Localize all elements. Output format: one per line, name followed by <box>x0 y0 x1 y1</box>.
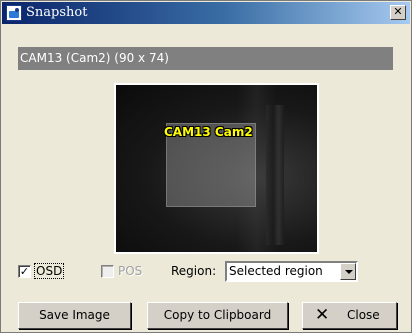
pos-checkbox <box>101 265 114 278</box>
osd-label[interactable]: OSD <box>34 263 65 279</box>
window-title: Snapshot <box>26 5 88 20</box>
copy-to-clipboard-label: Copy to Clipboard <box>163 308 272 322</box>
preview-image-detail <box>266 105 284 245</box>
region-select-value: Selected region <box>229 264 323 278</box>
camera-app-icon <box>6 5 22 21</box>
snapshot-window: Snapshot ✕ CAM13 (Cam2) (90 x 74) CAM13 … <box>0 0 412 333</box>
region-label: Region: <box>171 264 217 278</box>
close-button[interactable]: ✕ Close <box>302 302 397 329</box>
save-image-button[interactable]: Save Image <box>18 302 131 329</box>
pos-label: POS <box>118 264 143 278</box>
close-label: Close <box>347 308 380 322</box>
camera-info-text: CAM13 (Cam2) (90 x 74) <box>20 51 169 65</box>
snapshot-preview: CAM13 Cam2 <box>114 83 319 254</box>
close-icon[interactable]: ✕ <box>390 5 406 20</box>
osd-overlay-label: CAM13 Cam2 <box>164 125 253 139</box>
copy-to-clipboard-button[interactable]: Copy to Clipboard <box>147 302 288 329</box>
camera-info-bar: CAM13 (Cam2) (90 x 74) <box>18 47 393 70</box>
close-x-icon: ✕ <box>315 305 330 325</box>
region-select[interactable]: Selected region <box>225 261 358 282</box>
chevron-down-icon[interactable] <box>340 263 356 280</box>
osd-checkbox[interactable]: ✓ <box>18 265 31 278</box>
title-bar[interactable]: Snapshot ✕ <box>2 2 410 24</box>
save-image-label: Save Image <box>39 308 110 322</box>
